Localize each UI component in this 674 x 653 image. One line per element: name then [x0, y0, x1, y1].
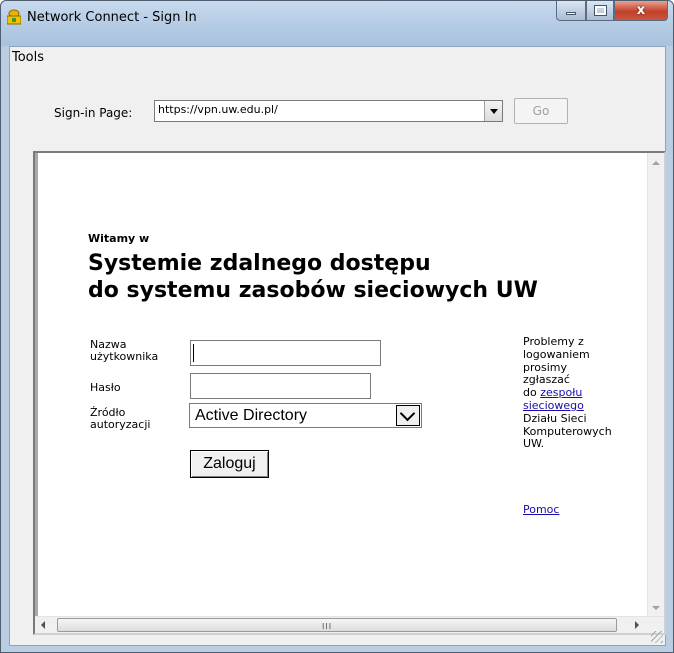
scroll-left-arrow-icon[interactable]: [41, 621, 45, 629]
password-input[interactable]: [190, 373, 371, 399]
browser-content-pane: Witamy w Systemie zdalnego dostępu do sy…: [33, 151, 666, 635]
minimize-icon: [566, 12, 576, 15]
page-heading: Systemie zdalnego dostępu do systemu zas…: [88, 250, 538, 304]
auth-source-selected: Active Directory: [195, 407, 308, 424]
heading-line-2: do systemu zasobów sieciowych UW: [88, 278, 538, 303]
auth-source-label: Źródło autoryzacji: [90, 407, 150, 431]
username-label-line-2: użytkownika: [90, 350, 159, 363]
heading-line-1: Systemie zdalnego dostępu: [88, 251, 431, 276]
vertical-scrollbar[interactable]: [647, 153, 664, 616]
close-icon: x: [636, 3, 646, 18]
help-line: Problemy z: [523, 335, 584, 348]
auth-source-label-line-2: autoryzacji: [90, 418, 151, 431]
help-line: Działu Sieci: [523, 411, 587, 425]
menu-tools[interactable]: Tools: [12, 50, 44, 65]
help-do: do: [523, 386, 537, 400]
help-line: sieciowego: [523, 399, 643, 413]
pane-left-edge: [35, 153, 38, 633]
text-caret: [193, 344, 194, 362]
resize-grip-icon[interactable]: [651, 631, 663, 643]
title-bar[interactable]: Network Connect - Sign In x: [1, 1, 673, 46]
signin-page-label: Sign-in Page:: [54, 106, 133, 120]
auth-source-select[interactable]: Active Directory: [189, 403, 422, 428]
help-line: logowaniem: [523, 347, 590, 361]
maximize-button[interactable]: [586, 1, 614, 21]
window-title: Network Connect - Sign In: [27, 10, 197, 25]
welcome-text: Witamy w: [88, 232, 150, 245]
username-input[interactable]: [190, 340, 381, 366]
help-text: Problemy z logowaniem prosimy zgłaszać d…: [523, 335, 643, 451]
maximize-icon: [593, 5, 607, 16]
help-link-pomoc[interactable]: Pomoc: [523, 503, 559, 516]
close-button[interactable]: x: [614, 1, 668, 21]
network-team-link[interactable]: zespołu: [540, 386, 582, 399]
url-dropdown-arrow-icon[interactable]: [484, 101, 502, 121]
network-connect-icon: [7, 9, 21, 25]
chevron-down-icon[interactable]: [396, 405, 420, 426]
scroll-grip-icon: III: [322, 622, 333, 631]
client-area: Tools Sign-in Page: https://vpn.uw.edu.p…: [9, 46, 666, 646]
signin-url-value[interactable]: https://vpn.uw.edu.pl/: [158, 103, 278, 116]
menu-bar: Tools: [10, 47, 665, 69]
network-team-link-2[interactable]: sieciowego: [523, 399, 584, 412]
application-window: Network Connect - Sign In x Tools Sign-i…: [0, 0, 674, 653]
login-button[interactable]: Zaloguj: [190, 450, 269, 478]
help-line: UW.: [523, 437, 545, 451]
signin-url-combobox[interactable]: https://vpn.uw.edu.pl/: [154, 100, 503, 122]
scroll-down-arrow-icon[interactable]: [652, 606, 660, 610]
horizontal-scrollbar[interactable]: III: [35, 616, 664, 633]
scroll-up-arrow-icon[interactable]: [652, 161, 660, 165]
minimize-button[interactable]: [556, 1, 586, 21]
username-label: Nazwa użytkownika: [90, 339, 158, 363]
password-label: Hasło: [90, 381, 121, 394]
scroll-right-arrow-icon[interactable]: [635, 621, 639, 629]
go-button[interactable]: Go: [514, 98, 568, 124]
horizontal-scroll-thumb[interactable]: III: [57, 618, 617, 632]
